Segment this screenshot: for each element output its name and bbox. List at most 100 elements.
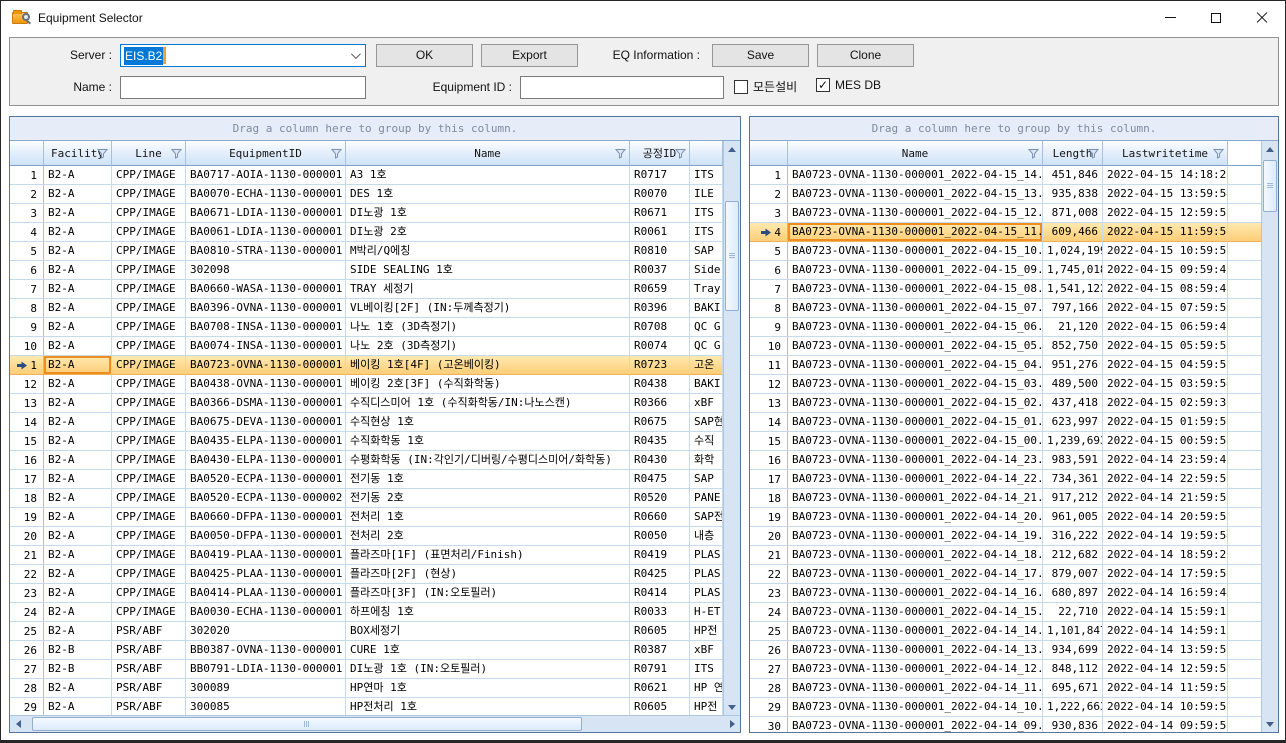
table-row[interactable]: 16BA0723-OVNA-1130-000001_2022-04-14_23.…	[750, 451, 1278, 470]
table-row[interactable]: 14BA0723-OVNA-1130-000001_2022-04-15_01.…	[750, 413, 1278, 432]
grid-cell[interactable]: BB0387-OVNA-1130-000001	[186, 641, 346, 660]
table-row[interactable]: 1B2-ACPP/IMAGEBA0717-AOIA-1130-000001A3 …	[10, 166, 740, 185]
grid-cell[interactable]: 2022-04-15 09:59:47	[1103, 261, 1228, 280]
row-number[interactable]: 22	[750, 565, 788, 584]
grid-cell[interactable]: CPP/IMAGE	[112, 280, 186, 299]
table-row[interactable]: 4B2-ACPP/IMAGEBA0061-LDIA-1130-000001DI노…	[10, 223, 740, 242]
table-row[interactable]: 10BA0723-OVNA-1130-000001_2022-04-15_05.…	[750, 337, 1278, 356]
grid-cell[interactable]: 2022-04-14 20:59:56	[1103, 508, 1228, 527]
filter-funnel-icon[interactable]	[675, 148, 686, 159]
table-row[interactable]: 24BA0723-OVNA-1130-000001_2022-04-14_15.…	[750, 603, 1278, 622]
grid-cell[interactable]: BA0419-PLAA-1130-000001	[186, 546, 346, 565]
grid-cell[interactable]: CPP/IMAGE	[112, 603, 186, 622]
table-row[interactable]: 12BA0723-OVNA-1130-000001_2022-04-15_03.…	[750, 375, 1278, 394]
grid-cell[interactable]: 전처리 2호	[346, 527, 630, 546]
grid-cell[interactable]: BA0660-WASA-1130-000001	[186, 280, 346, 299]
grid-cell[interactable]: B2-A	[44, 356, 112, 375]
table-row[interactable]: 25B2-APSR/ABF302020BOX세정기R0605HP전	[10, 622, 740, 641]
row-number[interactable]: 16	[750, 451, 788, 470]
table-row[interactable]: 12B2-ACPP/IMAGEBA0438-OVNA-1130-000001베이…	[10, 375, 740, 394]
grid-cell[interactable]: CPP/IMAGE	[112, 432, 186, 451]
grid-cell[interactable]: BA0723-OVNA-1130-000001_2022-04-15_10.Lo…	[788, 242, 1043, 261]
row-number[interactable]: 10	[750, 337, 788, 356]
grid-cell[interactable]: Side	[690, 261, 723, 280]
grid-cell[interactable]: BA0723-OVNA-1130-000001_2022-04-14_16.Lo…	[788, 584, 1043, 603]
row-number[interactable]: 12	[10, 375, 44, 394]
grid-cell[interactable]: 고온	[690, 356, 723, 375]
table-row[interactable]: 14B2-ACPP/IMAGEBA0675-DEVA-1130-000001수직…	[10, 413, 740, 432]
filter-funnel-icon[interactable]	[615, 148, 626, 159]
row-number[interactable]: 14	[750, 413, 788, 432]
grid-cell[interactable]: ITS	[690, 166, 723, 185]
grid-cell[interactable]: 316,222	[1043, 527, 1103, 546]
row-number[interactable]: 25	[750, 622, 788, 641]
grid-cell[interactable]: BA0723-OVNA-1130-000001	[186, 356, 346, 375]
grid-cell[interactable]: R0435	[630, 432, 690, 451]
grid-cell[interactable]: 2022-04-14 23:59:40	[1103, 451, 1228, 470]
table-row[interactable]: 8B2-ACPP/IMAGEBA0396-OVNA-1130-000001VL베…	[10, 299, 740, 318]
grid-cell[interactable]: 917,212	[1043, 489, 1103, 508]
grid-cell[interactable]: R0396	[630, 299, 690, 318]
row-number[interactable]: 21	[750, 546, 788, 565]
grid-cell[interactable]: BA0660-DFPA-1130-000001	[186, 508, 346, 527]
grid-cell[interactable]: BA0070-ECHA-1130-000001	[186, 185, 346, 204]
column-header-blank[interactable]	[690, 141, 723, 166]
grid-cell[interactable]: 플라즈마[1F] (표면처리/Finish)	[346, 546, 630, 565]
grid-cell[interactable]: 2022-04-14 17:59:53	[1103, 565, 1228, 584]
grid-cell[interactable]: B2-A	[44, 622, 112, 641]
table-row[interactable]: 28BA0723-OVNA-1130-000001_2022-04-14_11.…	[750, 679, 1278, 698]
grid-cell[interactable]: BA0723-OVNA-1130-000001_2022-04-14_09.Lo…	[788, 717, 1043, 733]
grid-cell[interactable]: 2022-04-14 14:59:17	[1103, 622, 1228, 641]
grid-cell[interactable]: R0414	[630, 584, 690, 603]
row-number[interactable]: 23	[10, 584, 44, 603]
table-row[interactable]: 26BA0723-OVNA-1130-000001_2022-04-14_13.…	[750, 641, 1278, 660]
row-number[interactable]: 6	[10, 261, 44, 280]
row-number[interactable]: 7	[750, 280, 788, 299]
scroll-down-button[interactable]	[724, 699, 740, 715]
grid-cell[interactable]: BA0723-OVNA-1130-000001_2022-04-14_21.Lo…	[788, 489, 1043, 508]
grid-cell[interactable]: 1,101,847	[1043, 622, 1103, 641]
grid-cell[interactable]: A3 1호	[346, 166, 630, 185]
grid-cell[interactable]: PSR/ABF	[112, 679, 186, 698]
row-number[interactable]: 3	[750, 204, 788, 223]
row-number[interactable]: 28	[10, 679, 44, 698]
grid-cell[interactable]: 플라즈마[3F] (IN:오토필러)	[346, 584, 630, 603]
grid-cell[interactable]: HP 연	[690, 679, 723, 698]
grid-cell[interactable]: B2-A	[44, 394, 112, 413]
table-row[interactable]: 8BA0723-OVNA-1130-000001_2022-04-15_07.L…	[750, 299, 1278, 318]
grid-cell[interactable]: BA0723-OVNA-1130-000001_2022-04-14_18.Lo…	[788, 546, 1043, 565]
grid-cell[interactable]: 2022-04-15 03:59:54	[1103, 375, 1228, 394]
grid-cell[interactable]: R0070	[630, 185, 690, 204]
grid-cell[interactable]: BA0425-PLAA-1130-000001	[186, 565, 346, 584]
grid-cell[interactable]: CPP/IMAGE	[112, 242, 186, 261]
grid-cell[interactable]: BA0520-ECPA-1130-000001	[186, 470, 346, 489]
grid-cell[interactable]: BA0723-OVNA-1130-000001_2022-04-15_01.Lo…	[788, 413, 1043, 432]
grid-cell[interactable]: B2-A	[44, 223, 112, 242]
table-row[interactable]: 21B2-ACPP/IMAGEBA0419-PLAA-1130-000001플라…	[10, 546, 740, 565]
grid-cell[interactable]: B2-A	[44, 432, 112, 451]
grid-cell[interactable]: 2022-04-14 18:59:23	[1103, 546, 1228, 565]
row-number[interactable]: 19	[10, 508, 44, 527]
grid-cell[interactable]: R0717	[630, 166, 690, 185]
row-number[interactable]: 26	[10, 641, 44, 660]
scroll-up-button[interactable]	[1262, 141, 1278, 157]
vertical-scroll-thumb[interactable]	[725, 201, 739, 311]
grid-cell[interactable]: 451,846	[1043, 166, 1103, 185]
row-number[interactable]: 16	[10, 451, 44, 470]
grid-cell[interactable]: R0074	[630, 337, 690, 356]
checkbox-all-equipment[interactable]: 모든설비	[734, 78, 797, 95]
grid-cell[interactable]: 베이킹 1호[4F] (고온베이킹)	[346, 356, 630, 375]
grid-cell[interactable]: 2022-04-14 19:59:54	[1103, 527, 1228, 546]
row-number[interactable]: 8	[10, 299, 44, 318]
group-by-band[interactable]: Drag a column here to group by this colu…	[10, 117, 740, 141]
grid-cell[interactable]: SAP현	[690, 413, 723, 432]
table-row[interactable]: 22BA0723-OVNA-1130-000001_2022-04-14_17.…	[750, 565, 1278, 584]
grid-cell[interactable]: R0660	[630, 508, 690, 527]
grid-cell[interactable]: Tray	[690, 280, 723, 299]
maximize-button[interactable]	[1193, 1, 1239, 34]
grid-cell[interactable]: CPP/IMAGE	[112, 204, 186, 223]
grid-cell[interactable]: 수직	[690, 432, 723, 451]
grid-cell[interactable]: 2022-04-14 21:59:57	[1103, 489, 1228, 508]
grid-cell[interactable]: 930,836	[1043, 717, 1103, 733]
grid-cell[interactable]: ITS	[690, 660, 723, 679]
